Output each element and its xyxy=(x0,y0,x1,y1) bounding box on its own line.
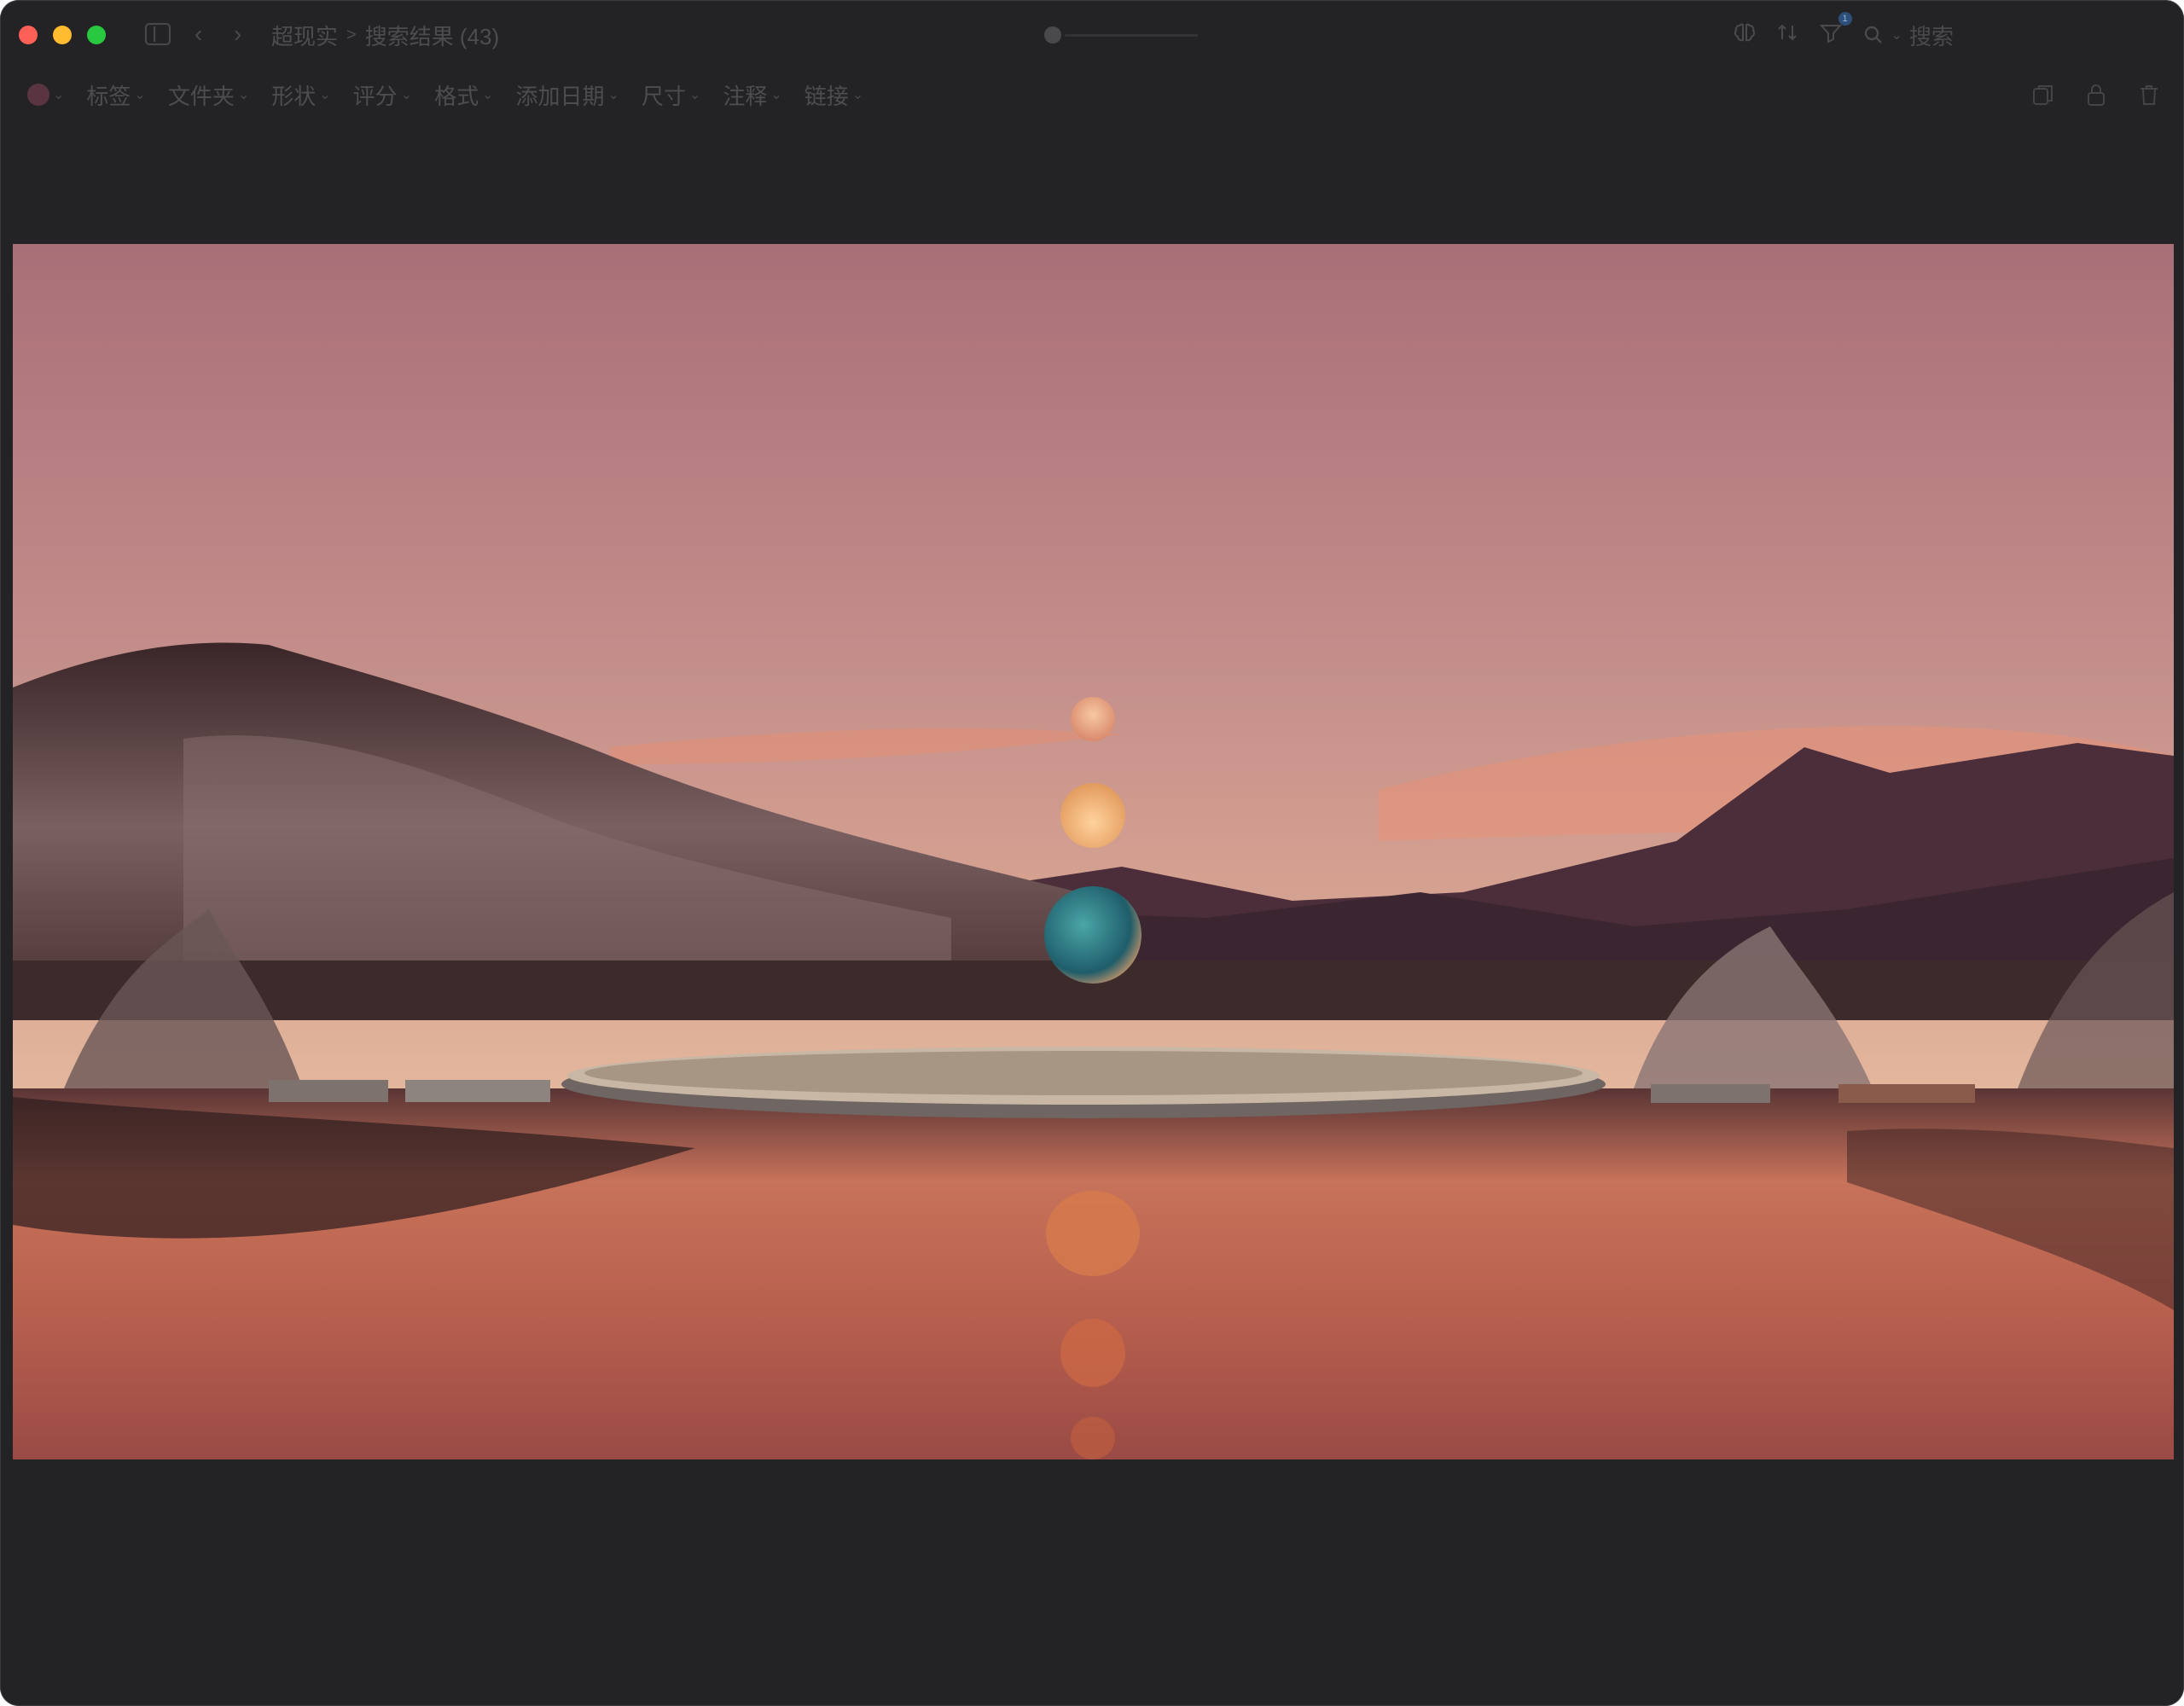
thumbnail-size-slider[interactable] xyxy=(1044,26,1198,44)
filter-list: ⌄ 标签 ⌄ 文件夹 ⌄ 形状 ⌄ 评分 ⌄ 格式 ⌄ 添加日期 ⌄ 尺寸 ⌄ 注释 ⌄ 链接 ⌄ xyxy=(27,80,863,109)
breadcrumb-separator: > xyxy=(346,25,357,44)
breadcrumb-parent[interactable]: 超现实 xyxy=(271,20,338,51)
filter-tags[interactable]: 标签 ⌄ xyxy=(86,79,145,111)
filter-rating[interactable]: 评分 ⌄ xyxy=(353,79,412,111)
chevron-down-icon[interactable]: ⌄ xyxy=(1891,26,1902,44)
color-swatch-icon xyxy=(27,84,49,106)
chevron-down-icon: ⌄ xyxy=(237,88,250,102)
sort-icon[interactable] xyxy=(1775,20,1799,50)
filter-bar: ⌄ 标签 ⌄ 文件夹 ⌄ 形状 ⌄ 评分 ⌄ 格式 ⌄ 添加日期 ⌄ 尺寸 ⌄ 注释 ⌄ 链接 ⌄ xyxy=(0,73,2184,116)
app-window: ‹ › 超现实 > 搜索结果 (43) 1 ⌄ 搜索 ⌄ 标签 ⌄ 文件夹 ⌄ … xyxy=(0,0,2184,1706)
filter-color[interactable]: ⌄ xyxy=(27,84,64,106)
filter-link[interactable]: 链接 ⌄ xyxy=(804,79,863,111)
filter-shape[interactable]: 形状 ⌄ xyxy=(271,79,330,111)
filter-icon[interactable]: 1 xyxy=(1818,11,1852,50)
copy-icon[interactable] xyxy=(2030,82,2056,107)
filter-count-badge: 1 xyxy=(1838,11,1852,26)
search-field[interactable]: ⌄ 搜索 xyxy=(1862,20,1954,51)
chevron-down-icon: ⌄ xyxy=(851,88,864,102)
preview-image[interactable] xyxy=(13,244,2174,1459)
breadcrumb: 超现实 > 搜索结果 (43) xyxy=(271,20,499,49)
chevron-left-icon[interactable]: ‹ xyxy=(195,22,202,46)
filter-label: 文件夹 xyxy=(167,83,235,109)
maximize-window-button[interactable] xyxy=(87,26,106,44)
chevron-right-icon[interactable]: › xyxy=(234,22,241,46)
chevron-down-icon: ⌄ xyxy=(134,88,146,102)
filter-label: 标签 xyxy=(86,83,131,109)
filter-label: 形状 xyxy=(271,83,317,109)
slider-knob[interactable] xyxy=(1044,26,1061,44)
filter-date-added[interactable]: 添加日期 ⌄ xyxy=(516,79,619,111)
minimize-window-button[interactable] xyxy=(53,26,72,44)
filter-label: 添加日期 xyxy=(515,83,605,109)
chevron-down-icon: ⌄ xyxy=(53,88,65,102)
toolbar-right: 1 ⌄ 搜索 xyxy=(1733,11,1954,51)
slider-track[interactable] xyxy=(1065,34,1198,37)
chevron-down-icon: ⌄ xyxy=(482,88,494,102)
filter-label: 链接 xyxy=(804,83,849,109)
chevron-down-icon: ⌄ xyxy=(688,88,701,102)
filter-bar-actions xyxy=(2030,82,2162,107)
brain-icon[interactable] xyxy=(1733,20,1757,50)
search-placeholder: 搜索 xyxy=(1908,23,1954,49)
title-bar: ‹ › 超现实 > 搜索结果 (43) 1 ⌄ 搜索 xyxy=(0,0,2184,73)
chevron-down-icon: ⌄ xyxy=(319,88,331,102)
chevron-down-icon: ⌄ xyxy=(607,88,619,102)
filter-size[interactable]: 尺寸 ⌄ xyxy=(642,79,700,111)
filter-label: 格式 xyxy=(434,83,479,109)
filter-format[interactable]: 格式 ⌄ xyxy=(434,79,493,111)
chevron-down-icon: ⌄ xyxy=(770,88,782,102)
trash-icon[interactable] xyxy=(2136,82,2162,107)
chevron-down-icon: ⌄ xyxy=(400,88,413,102)
search-icon xyxy=(1864,26,1882,44)
filter-folder[interactable]: 文件夹 ⌄ xyxy=(168,79,249,111)
filter-label: 尺寸 xyxy=(641,83,686,109)
filter-notes[interactable]: 注释 ⌄ xyxy=(723,79,781,111)
filter-label: 评分 xyxy=(352,83,398,109)
breadcrumb-current: 搜索结果 (43) xyxy=(364,23,500,49)
lock-icon[interactable] xyxy=(2083,82,2109,107)
close-window-button[interactable] xyxy=(19,26,38,44)
sidebar-toggle-icon[interactable] xyxy=(145,23,171,45)
filter-label: 注释 xyxy=(723,83,768,109)
